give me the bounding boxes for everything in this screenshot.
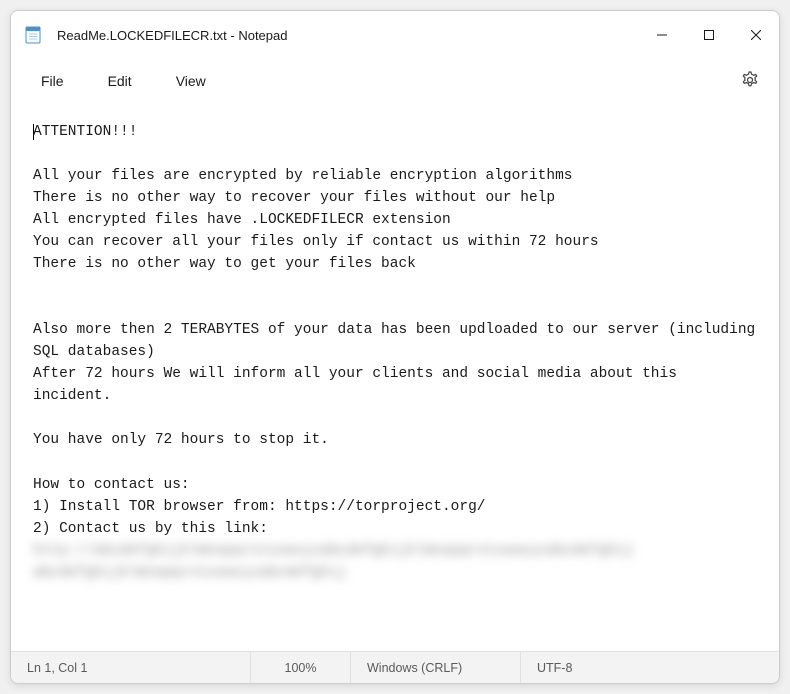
notepad-icon [23,25,43,45]
blurred-text-line: http://abcdefghijklmnopqrstuvwxyzabcdefg… [33,543,633,559]
window-title: ReadMe.LOCKEDFILECR.txt - Notepad [57,28,638,43]
window-controls [638,11,779,59]
text-content-line: You have only 72 hours to stop it. [33,432,329,448]
text-content-line: ATTENTION!!! [33,124,137,140]
status-encoding: UTF-8 [521,652,779,683]
text-content-line: There is no other way to recover your fi… [33,190,555,206]
text-content-line: There is no other way to get your files … [33,256,416,272]
menu-view[interactable]: View [154,65,228,97]
statusbar: Ln 1, Col 1 100% Windows (CRLF) UTF-8 [11,651,779,683]
text-content-line: Also more then 2 TERABYTES of your data … [33,322,764,360]
text-content-line: All your files are encrypted by reliable… [33,168,573,184]
text-content-line: You can recover all your files only if c… [33,234,599,250]
text-content-line: How to contact us: [33,477,190,493]
status-line-ending: Windows (CRLF) [351,652,521,683]
close-button[interactable] [732,11,779,59]
status-zoom[interactable]: 100% [251,652,351,683]
menubar: File Edit View [11,59,779,103]
text-content-line: 1) Install TOR browser from: https://tor… [33,499,485,515]
notepad-window: ReadMe.LOCKEDFILECR.txt - Notepad File E… [10,10,780,684]
maximize-button[interactable] [685,11,732,59]
titlebar[interactable]: ReadMe.LOCKEDFILECR.txt - Notepad [11,11,779,59]
menu-edit[interactable]: Edit [86,65,154,97]
status-position: Ln 1, Col 1 [11,652,251,683]
menu-file[interactable]: File [19,65,86,97]
text-content-line: After 72 hours We will inform all your c… [33,366,686,404]
settings-button[interactable] [729,62,771,101]
text-content-line: 2) Contact us by this link: [33,521,268,537]
minimize-button[interactable] [638,11,685,59]
text-editor[interactable]: ATTENTION!!! All your files are encrypte… [11,103,779,651]
blurred-text-line: abcdefghijklmnopqrstuvwxyzabcdefghij [33,565,346,581]
text-content-line: All encrypted files have .LOCKEDFILECR e… [33,212,451,228]
gear-icon [741,70,759,88]
